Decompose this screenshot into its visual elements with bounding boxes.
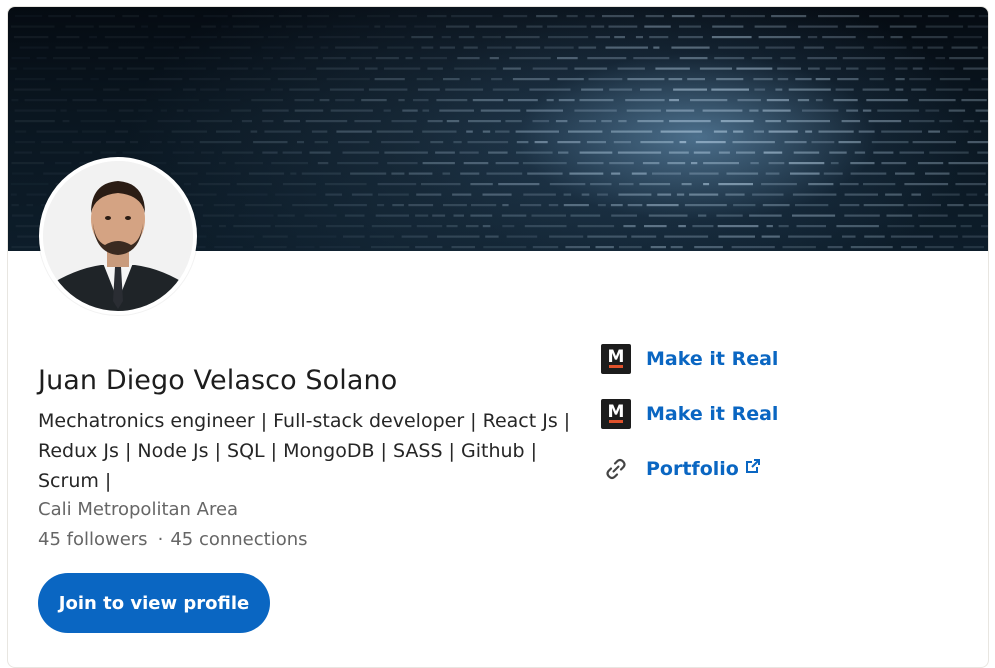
link-chain-icon: [601, 454, 631, 484]
person-portrait-icon: [43, 161, 193, 311]
avatar[interactable]: [39, 157, 197, 315]
portfolio-link[interactable]: Portfolio: [601, 453, 761, 485]
profile-name: Juan Diego Velasco Solano: [38, 365, 398, 396]
link-label[interactable]: Portfolio: [646, 458, 739, 480]
connections-count: 45 connections: [170, 529, 308, 550]
profile-location: Cali Metropolitan Area: [38, 499, 239, 520]
profile-card: Juan Diego Velasco Solano Mechatronics e…: [7, 6, 989, 668]
profile-headline: Mechatronics engineer | Full-stack devel…: [38, 410, 571, 492]
followers-count: 45 followers: [38, 529, 148, 550]
make-it-real-logo-icon: M: [601, 344, 631, 374]
link-label[interactable]: Make it Real: [646, 348, 778, 370]
avatar-photo: [43, 161, 193, 311]
join-to-view-profile-button[interactable]: Join to view profile: [38, 573, 270, 633]
count-separator: ·: [157, 529, 164, 550]
experience-link-make-it-real-2[interactable]: M Make it Real: [601, 398, 778, 430]
external-link-icon: [745, 459, 760, 473]
link-label[interactable]: Make it Real: [646, 403, 778, 425]
make-it-real-logo-icon: M: [601, 399, 631, 429]
network-counts: 45 followers · 45 connections: [38, 529, 308, 550]
experience-link-make-it-real-1[interactable]: M Make it Real: [601, 343, 778, 375]
